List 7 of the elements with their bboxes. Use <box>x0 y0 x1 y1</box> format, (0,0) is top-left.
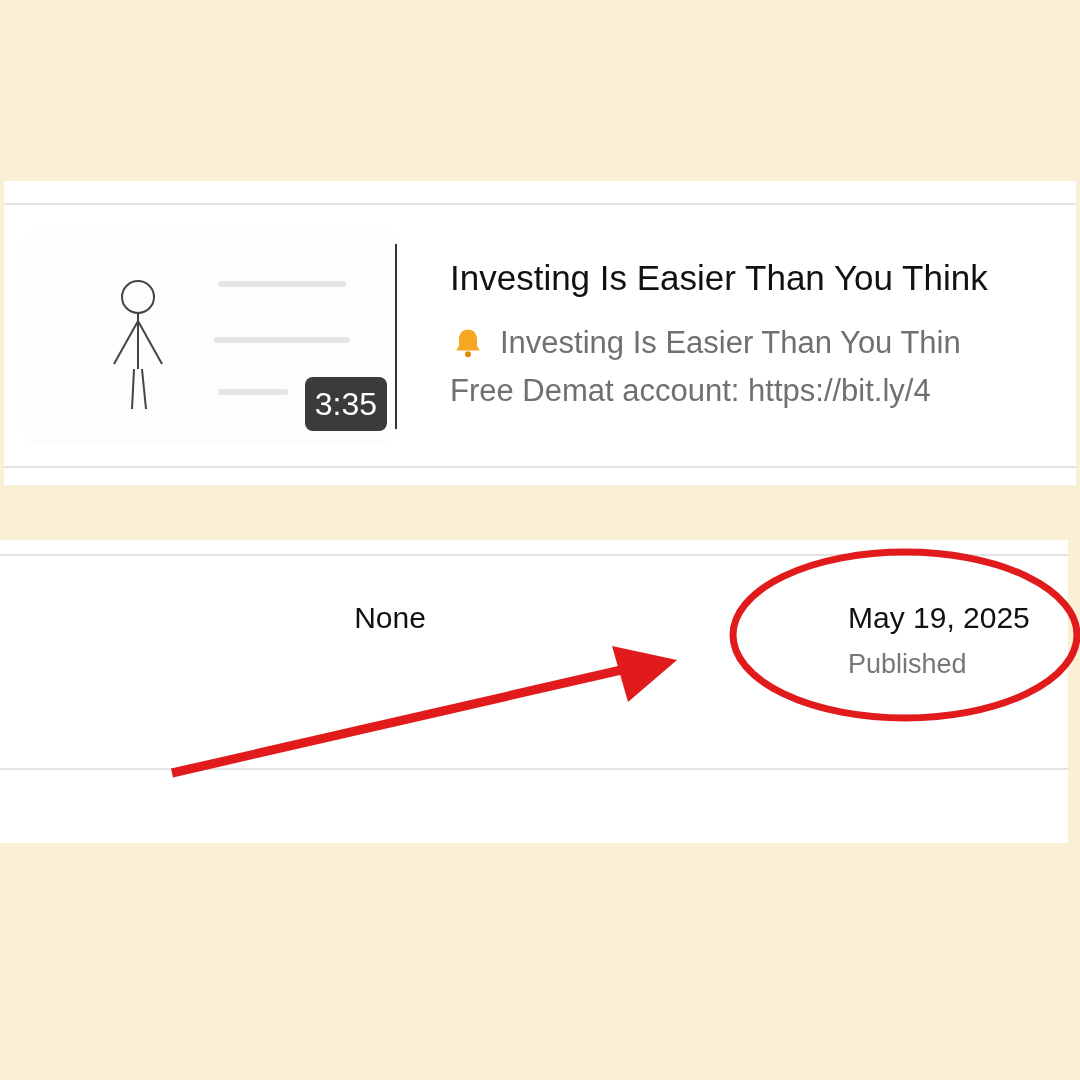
table-cell: None <box>354 600 426 636</box>
description-line: Free Demat account: https://bit.ly/4 <box>450 372 931 410</box>
duration-badge: 3:35 <box>304 377 387 431</box>
video-title[interactable]: Investing Is Easier Than You Think <box>450 257 988 299</box>
status-label: Published <box>848 648 968 680</box>
description-line: Investing Is Easier Than You Thin <box>500 324 961 362</box>
publish-date: May 19, 2025 <box>848 600 1030 636</box>
